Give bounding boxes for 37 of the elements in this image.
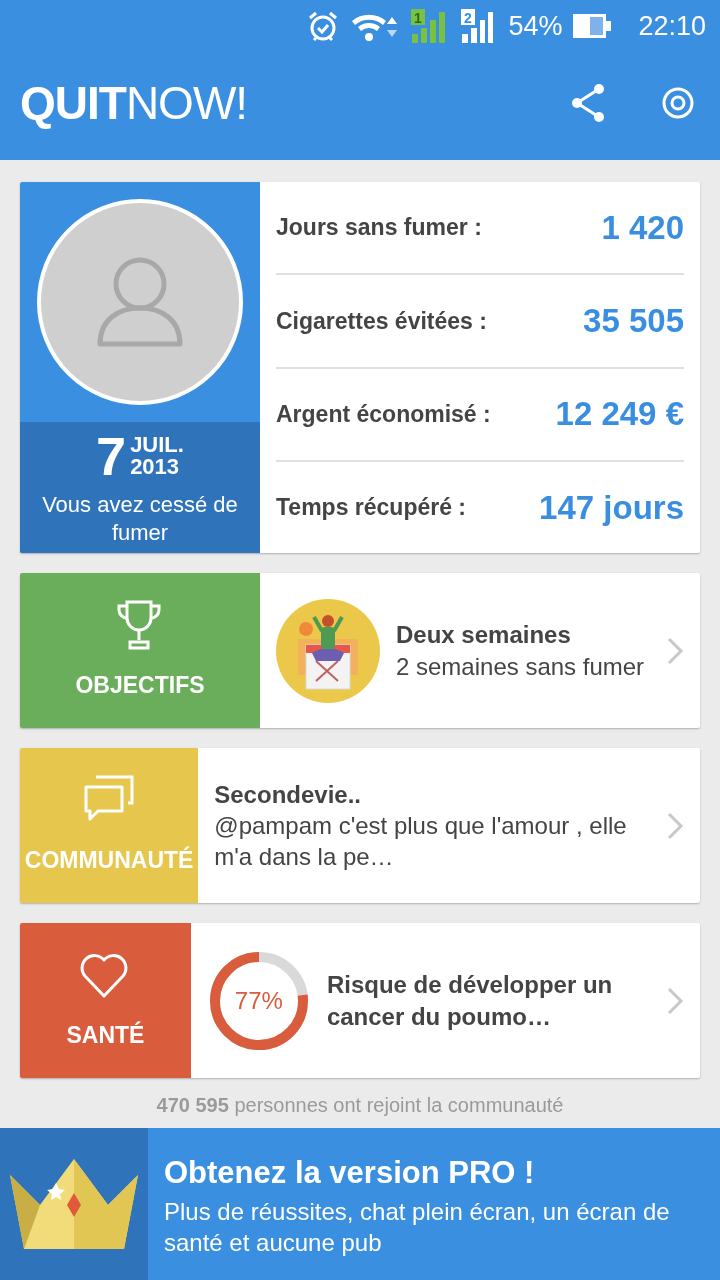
stat-label: Temps récupéré :	[276, 493, 467, 523]
feature-card[interactable]: OBJECTIFS Deux semaines 2 semaines sans fumer	[20, 573, 700, 728]
stat-value: 12 249 €	[555, 394, 684, 435]
quit-year: 2013	[130, 456, 181, 478]
chevron-icon	[666, 985, 684, 1016]
stat-value: 35 505	[583, 301, 684, 342]
feature-text: @pampam c'est plus que l'amour , elle m'a dans la pe…	[214, 810, 628, 873]
feature-title: Risque de développer un cancer du poumo…	[326, 970, 614, 1032]
quit-day: 7	[96, 429, 127, 483]
promo-title: Obtenez la version PRO !	[164, 1153, 536, 1192]
feature-card[interactable]: COMMUNAUTÉ Secondevie.. @pampam c'est plus que l'amour , elle m'a dans la pe…	[20, 748, 700, 903]
percent-label: 77%	[234, 985, 283, 1016]
feature-title: Secondevie..	[214, 779, 362, 810]
chevron-icon	[666, 810, 684, 841]
community-count: 470 595 personnes ont rejoint la communauté	[155, 1093, 565, 1118]
feature-text: 2 semaines sans fumer	[396, 651, 646, 682]
quit-caption: Vous avez cessé de fumer	[41, 491, 239, 546]
clock-time: 22:10	[638, 9, 706, 43]
tile-label: OBJECTIFS	[75, 671, 205, 701]
feature-tile[interactable]: SANTÉ	[20, 923, 191, 1078]
stat-label: Argent économisé :	[276, 399, 491, 429]
battery-icon	[572, 13, 613, 39]
stat-label: Jours sans fumer :	[276, 213, 482, 243]
stat-value: 1 420	[601, 207, 684, 248]
promo-banner[interactable]: Obtenez la version PRO ! Plus de réussites, chat plein écran, un écran de santé et aucune pub	[0, 1128, 720, 1280]
feature-title: Deux semaines	[396, 620, 572, 651]
feature-card[interactable]: SANTÉ 77% Risque de développer un cancer du poumo…	[20, 923, 700, 1078]
promo-text: Plus de réussites, chat plein écran, un écran de santé et aucune pub	[164, 1197, 671, 1259]
tile-label: COMMUNAUTÉ	[24, 845, 194, 876]
battery-percent: 54%	[508, 9, 563, 43]
crown-icon	[8, 1159, 140, 1249]
tile-label: SANTÉ	[66, 1020, 145, 1051]
quit-month: JUIL.	[130, 434, 184, 456]
chevron-icon	[666, 635, 684, 666]
feature-tile[interactable]: OBJECTIFS	[20, 573, 260, 728]
stat-label: Cigarettes évitées :	[276, 306, 487, 336]
stat-value: 147 jours	[539, 487, 684, 528]
